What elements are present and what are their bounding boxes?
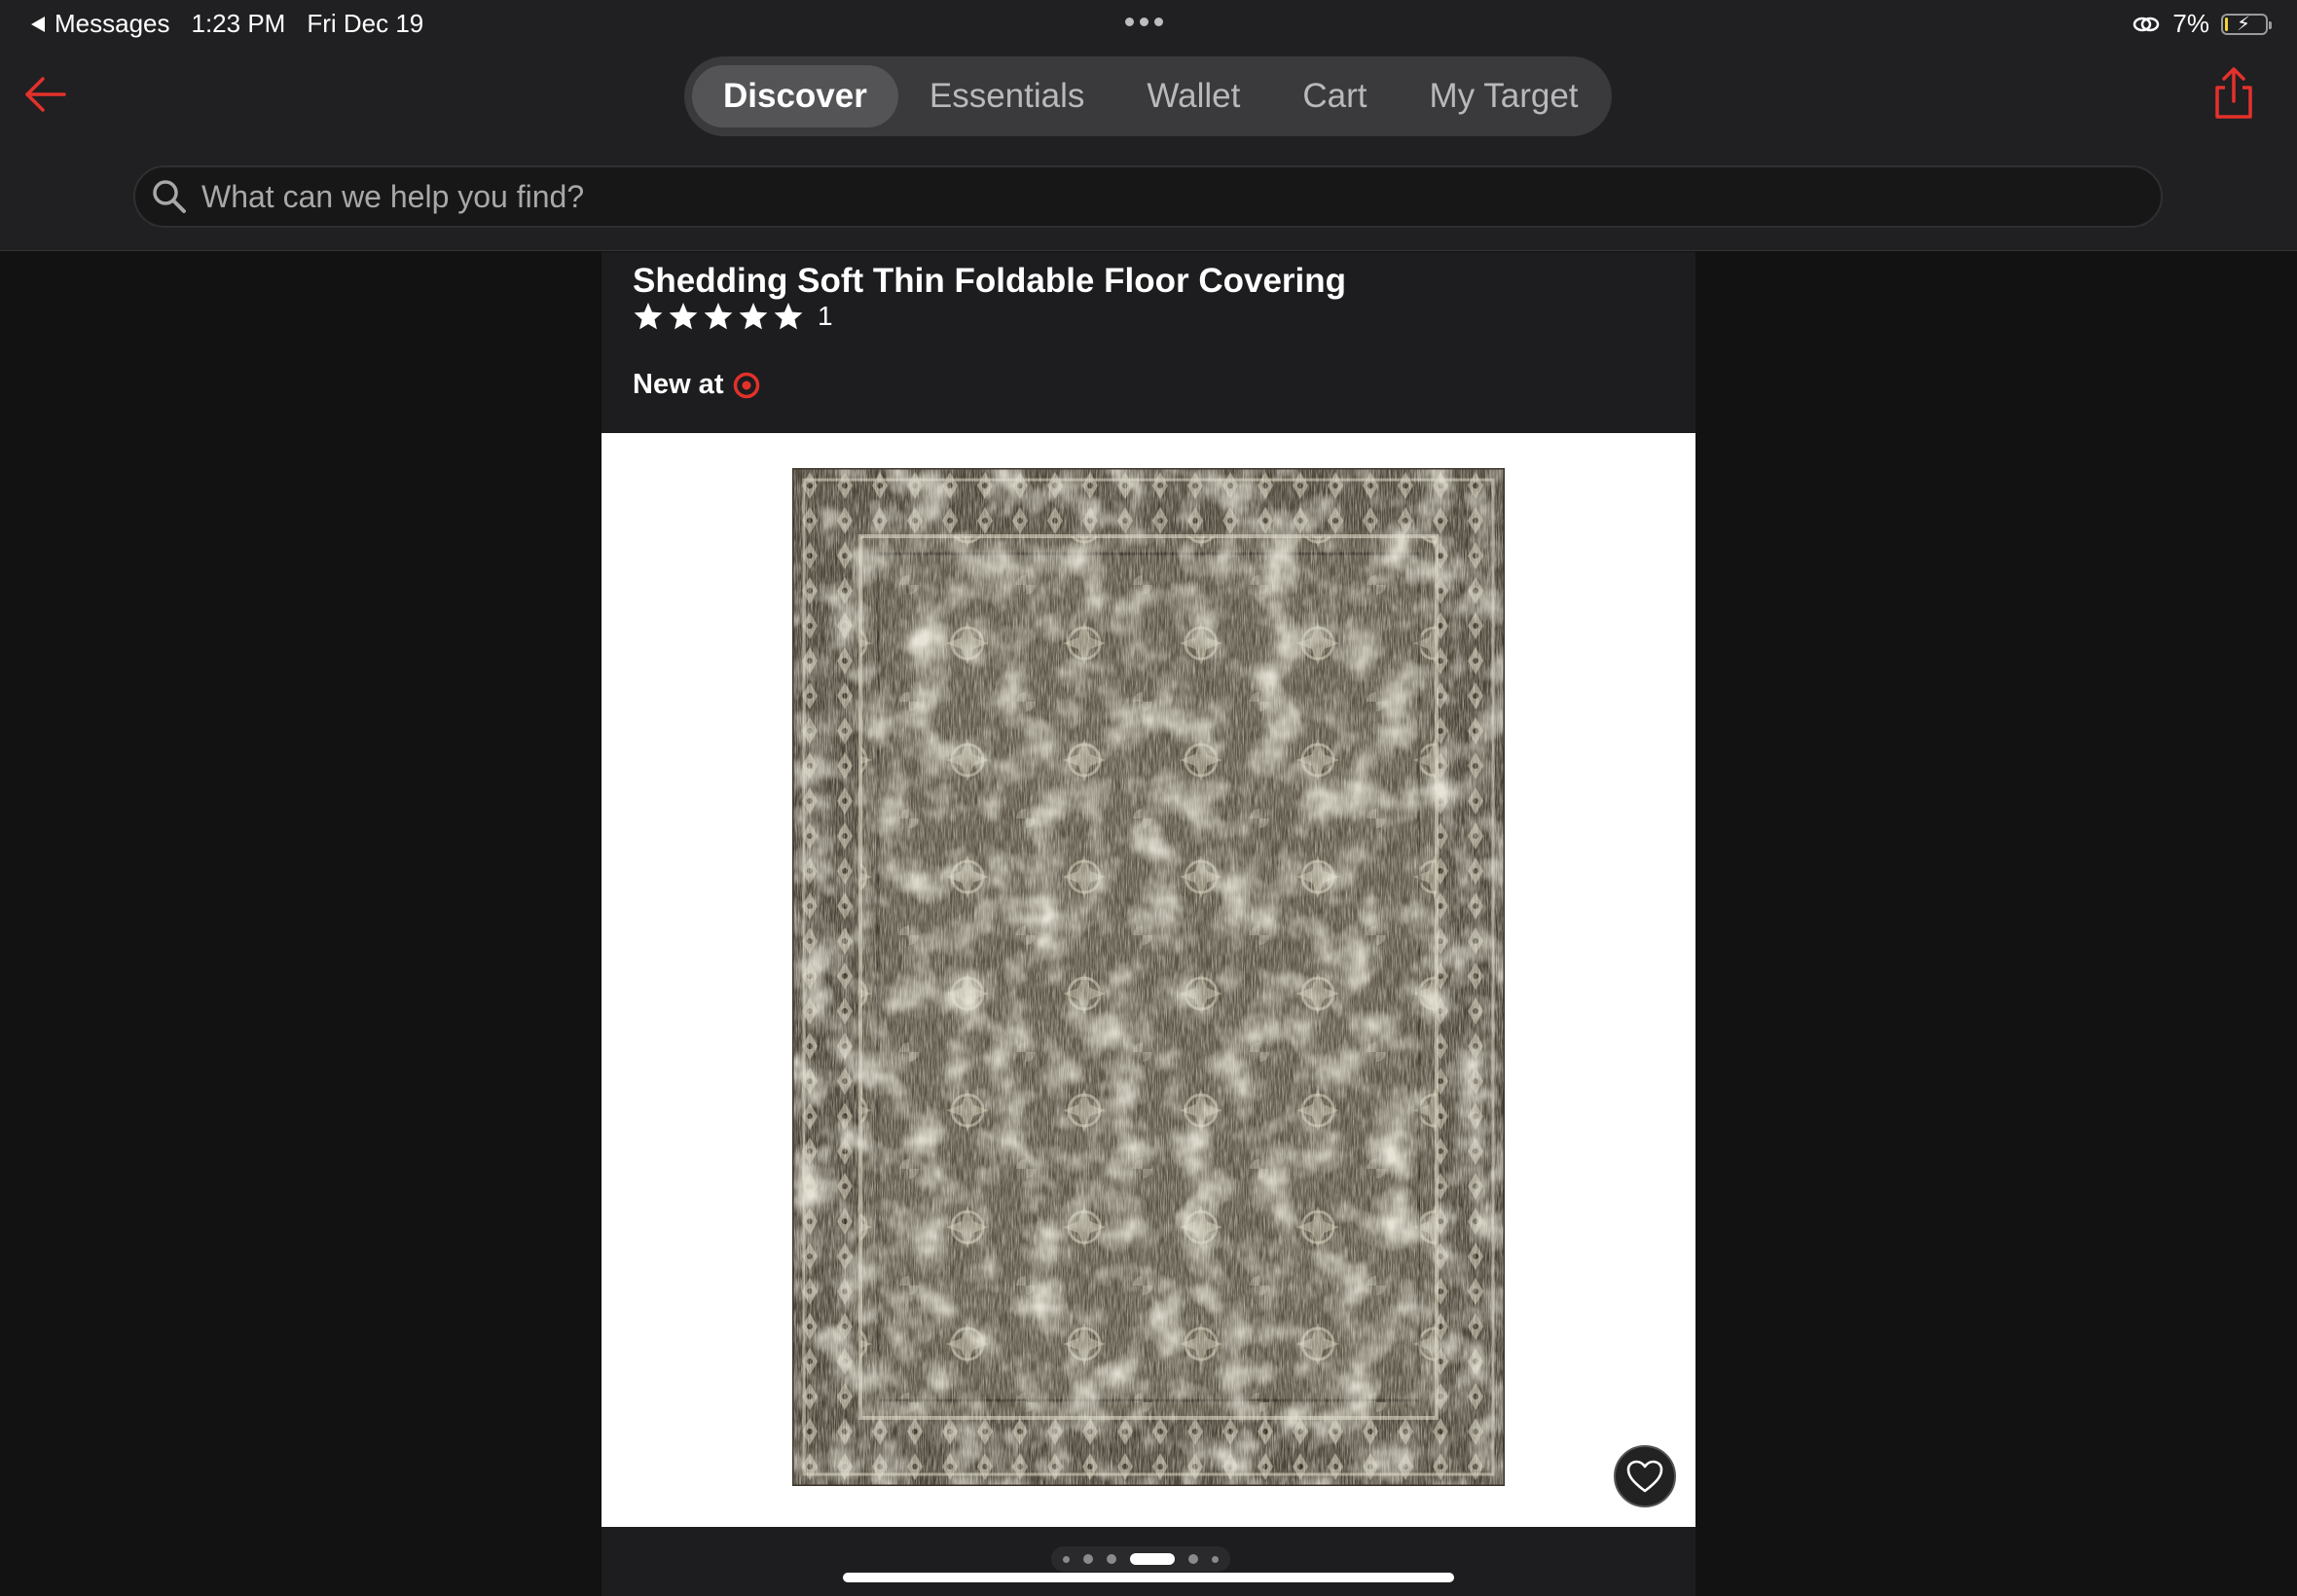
tab-cart[interactable]: Cart	[1271, 65, 1398, 127]
status-left: Messages 1:23 PM Fri Dec 19	[31, 9, 423, 39]
back-arrow-icon	[25, 77, 66, 112]
status-date: Fri Dec 19	[307, 9, 424, 38]
main-tab-bar: Discover Essentials Wallet Cart My Targe…	[684, 56, 1612, 136]
tab-my-target[interactable]: My Target	[1398, 65, 1609, 127]
share-button[interactable]	[2209, 66, 2258, 121]
tab-wallet[interactable]: Wallet	[1115, 65, 1271, 127]
status-time: 1:23 PM	[191, 9, 286, 38]
pager-dot[interactable]	[1212, 1555, 1219, 1563]
charging-bolt-icon: ⚡	[2237, 13, 2251, 35]
back-to-app-icon[interactable]	[31, 16, 45, 32]
favorite-button[interactable]	[1614, 1445, 1676, 1507]
rating-count: 1	[818, 301, 833, 331]
search-icon	[153, 180, 186, 213]
tab-discover[interactable]: Discover	[692, 65, 898, 127]
star-icon	[634, 303, 663, 330]
pager-dot[interactable]	[1063, 1555, 1070, 1563]
status-right: 7% ⚡	[2132, 9, 2272, 39]
battery-icon: ⚡	[2221, 13, 2272, 35]
multitasking-dots-icon[interactable]	[1125, 18, 1163, 26]
new-at-badge: New at	[633, 369, 760, 401]
app-header: Discover Essentials Wallet Cart My Targe…	[0, 49, 2297, 251]
star-icon	[669, 303, 698, 330]
home-indicator[interactable]	[843, 1573, 1454, 1582]
star-icon	[774, 303, 803, 330]
product-image-carousel[interactable]	[602, 433, 1695, 1527]
battery-fill	[2225, 17, 2228, 31]
pager-dot[interactable]	[1107, 1554, 1116, 1564]
pager-dot[interactable]	[1083, 1554, 1093, 1564]
image-pager[interactable]	[1051, 1546, 1230, 1572]
tab-essentials[interactable]: Essentials	[898, 65, 1116, 127]
product-rating[interactable]: 1	[633, 301, 833, 332]
search-input[interactable]	[201, 178, 2051, 215]
pager-dot-active[interactable]	[1130, 1553, 1175, 1565]
heart-icon	[1626, 1460, 1663, 1493]
search-bar[interactable]	[133, 165, 2163, 228]
star-icon	[704, 303, 733, 330]
pager-dot[interactable]	[1188, 1554, 1198, 1564]
target-bullseye-icon	[734, 372, 760, 398]
battery-percent: 7%	[2172, 9, 2209, 38]
product-image-rug	[792, 468, 1505, 1486]
back-app-label[interactable]: Messages	[55, 9, 170, 39]
star-icon	[739, 303, 768, 330]
link-icon	[2133, 17, 2160, 31]
status-bar: Messages 1:23 PM Fri Dec 19 7% ⚡	[0, 0, 2297, 49]
product-detail: Shedding Soft Thin Foldable Floor Coveri…	[602, 252, 1695, 1596]
product-title: Shedding Soft Thin Foldable Floor Coveri…	[633, 262, 1347, 300]
back-button[interactable]	[21, 70, 70, 119]
share-icon	[2215, 67, 2252, 119]
new-at-label: New at	[633, 369, 724, 400]
